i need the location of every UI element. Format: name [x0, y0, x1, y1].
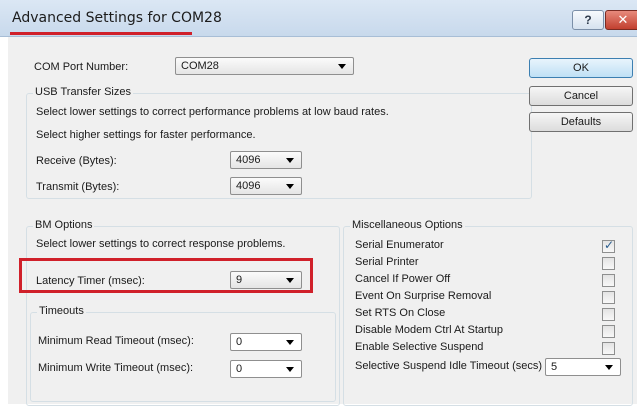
misc-option-checkbox[interactable]	[602, 274, 615, 287]
misc-option-checkbox[interactable]	[602, 308, 615, 321]
timeouts-title: Timeouts	[37, 305, 86, 317]
misc-option-label: Event On Surprise Removal	[355, 290, 492, 302]
chevron-down-icon	[286, 158, 294, 163]
transmit-value: 4096	[236, 180, 261, 192]
com-port-select[interactable]: COM28	[175, 57, 354, 75]
misc-option-label: Set RTS On Close	[355, 307, 446, 319]
idle-timeout-select[interactable]: 5	[545, 358, 621, 376]
chevron-down-icon	[286, 340, 294, 345]
dialog-body: COM Port Number: COM28 USB Transfer Size…	[8, 37, 637, 406]
misc-option-label: Cancel If Power Off	[355, 273, 451, 285]
close-button[interactable]: ✕	[605, 10, 637, 30]
window-title: Advanced Settings for COM28	[12, 10, 222, 26]
misc-option-label: Enable Selective Suspend	[355, 341, 484, 353]
misc-option-label: Serial Enumerator	[355, 239, 444, 251]
usb-high-hint: Select higher settings for faster perfor…	[36, 129, 256, 141]
transmit-select[interactable]: 4096	[230, 177, 302, 195]
ok-button[interactable]: OK	[529, 58, 633, 78]
com-port-value: COM28	[181, 60, 219, 72]
close-icon: ✕	[617, 12, 629, 27]
min-write-timeout-select[interactable]: 0	[230, 360, 302, 378]
bm-options-hint: Select lower settings to correct respons…	[36, 238, 286, 250]
cancel-button[interactable]: Cancel	[529, 86, 633, 106]
receive-value: 4096	[236, 154, 261, 166]
chevron-down-icon	[286, 184, 294, 189]
misc-option-checkbox[interactable]	[602, 342, 615, 355]
misc-option-checkbox[interactable]: ✓	[602, 238, 615, 253]
min-write-timeout-value: 0	[236, 363, 243, 375]
misc-option-label: Serial Printer	[355, 256, 419, 268]
com-port-label: COM Port Number:	[34, 61, 129, 73]
ok-button-label: OK	[573, 62, 589, 74]
latency-highlight-box	[19, 258, 313, 293]
checkmark-icon: ✓	[604, 238, 615, 252]
chevron-down-icon	[338, 64, 346, 69]
min-read-timeout-value: 0	[236, 336, 243, 348]
usb-low-hint: Select lower settings to correct perform…	[36, 106, 389, 118]
timeouts-group: Timeouts	[30, 305, 336, 402]
title-bar: Advanced Settings for COM28 ? ✕	[0, 0, 637, 37]
receive-select[interactable]: 4096	[230, 151, 302, 169]
misc-option-label: Disable Modem Ctrl At Startup	[355, 324, 503, 336]
misc-option-checkbox[interactable]	[602, 325, 615, 338]
title-annotation-underline	[10, 32, 192, 35]
bm-options-title: BM Options	[33, 219, 95, 231]
min-read-timeout-label: Minimum Read Timeout (msec):	[38, 335, 194, 347]
idle-timeout-value: 5	[551, 361, 558, 373]
help-button[interactable]: ?	[572, 10, 604, 30]
chevron-down-icon	[605, 365, 613, 370]
defaults-button-label: Defaults	[560, 116, 602, 128]
misc-option-checkbox[interactable]	[602, 257, 615, 270]
defaults-button[interactable]: Defaults	[529, 112, 633, 132]
min-read-timeout-select[interactable]: 0	[230, 333, 302, 351]
chevron-down-icon	[286, 367, 294, 372]
help-icon: ?	[584, 13, 592, 27]
receive-label: Receive (Bytes):	[36, 155, 117, 167]
misc-options-title: Miscellaneous Options	[350, 219, 465, 231]
min-write-timeout-label: Minimum Write Timeout (msec):	[38, 362, 194, 374]
misc-option-checkbox[interactable]	[602, 291, 615, 304]
cancel-button-label: Cancel	[563, 90, 599, 102]
usb-transfer-title: USB Transfer Sizes	[33, 86, 133, 98]
transmit-label: Transmit (Bytes):	[36, 181, 120, 193]
idle-timeout-label: Selective Suspend Idle Timeout (secs)	[355, 360, 543, 372]
